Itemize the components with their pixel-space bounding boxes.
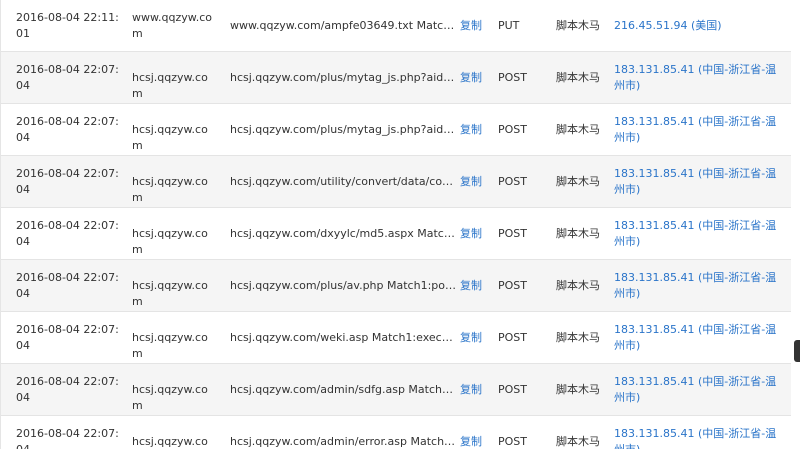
url-cell: hcsj.qqzyw.com/dxyylc/md5.aspx Match1:re… bbox=[230, 227, 457, 240]
attack-type-cell: 脚本木马 bbox=[556, 279, 600, 292]
time-cell: 2016-08-04 22:07:04 bbox=[16, 167, 119, 196]
attack-type-cell: 脚本木马 bbox=[556, 123, 600, 136]
domain-cell: hcsj.qqzyw.com bbox=[132, 123, 208, 152]
copy-link[interactable]: 复制 bbox=[460, 416, 486, 449]
time-cell: 2016-08-04 22:07:04 bbox=[16, 427, 119, 449]
url-cell: www.qqzyw.com/ampfe03649.txt Match1:... bbox=[230, 19, 457, 32]
domain-cell: hcsj.qqzyw.com bbox=[132, 227, 208, 256]
url-cell: hcsj.qqzyw.com/utility/convert/data/conf… bbox=[230, 175, 457, 188]
url-cell: hcsj.qqzyw.com/plus/av.php Match1:post M… bbox=[230, 279, 457, 292]
time-cell: 2016-08-04 22:07:04 bbox=[16, 219, 119, 248]
source-ip-link[interactable]: 216.45.51.94 (美国) bbox=[614, 0, 784, 52]
table-row: 2016-08-04 22:07:04 hcsj.qqzyw.com hcsj.… bbox=[1, 52, 791, 104]
side-scroll-handle[interactable] bbox=[794, 340, 800, 362]
time-cell: 2016-08-04 22:07:04 bbox=[16, 63, 119, 92]
method-cell: POST bbox=[498, 123, 527, 136]
table-row: 2016-08-04 22:07:04 hcsj.qqzyw.com hcsj.… bbox=[1, 364, 791, 416]
source-ip-link[interactable]: 183.131.85.41 (中国-浙江省-温州市) bbox=[614, 156, 784, 208]
method-cell: POST bbox=[498, 331, 527, 344]
domain-cell: hcsj.qqzyw.com bbox=[132, 279, 208, 308]
domain-cell: hcsj.qqzyw.com bbox=[132, 71, 208, 100]
url-cell: hcsj.qqzyw.com/admin/error.asp Match1:ex… bbox=[230, 435, 457, 448]
domain-cell: hcsj.qqzyw.com bbox=[132, 383, 208, 412]
method-cell: POST bbox=[498, 279, 527, 292]
attack-type-cell: 脚本木马 bbox=[556, 175, 600, 188]
domain-cell: hcsj.qqzyw.com bbox=[132, 175, 208, 204]
source-ip-link[interactable]: 183.131.85.41 (中国-浙江省-温州市) bbox=[614, 364, 784, 416]
copy-link[interactable]: 复制 bbox=[460, 0, 486, 52]
source-ip-link[interactable]: 183.131.85.41 (中国-浙江省-温州市) bbox=[614, 416, 784, 449]
copy-link[interactable]: 复制 bbox=[460, 156, 486, 208]
attack-type-cell: 脚本木马 bbox=[556, 331, 600, 344]
domain-cell: hcsj.qqzyw.com bbox=[132, 331, 208, 360]
attack-type-cell: 脚本木马 bbox=[556, 227, 600, 240]
method-cell: POST bbox=[498, 435, 527, 448]
copy-link[interactable]: 复制 bbox=[460, 312, 486, 364]
attack-type-cell: 脚本木马 bbox=[556, 383, 600, 396]
table-row: 2016-08-04 22:07:04 hcsj.qqzyw.com hcsj.… bbox=[1, 156, 791, 208]
table-row: 2016-08-04 22:07:04 hcsj.qqzyw.com hcsj.… bbox=[1, 416, 791, 449]
time-cell: 2016-08-04 22:07:04 bbox=[16, 323, 119, 352]
table-row: 2016-08-04 22:11:01 www.qqzyw.com www.qq… bbox=[1, 0, 791, 52]
source-ip-link[interactable]: 183.131.85.41 (中国-浙江省-温州市) bbox=[614, 52, 784, 104]
copy-link[interactable]: 复制 bbox=[460, 260, 486, 312]
time-cell: 2016-08-04 22:07:04 bbox=[16, 271, 119, 300]
time-cell: 2016-08-04 22:07:04 bbox=[16, 375, 119, 404]
attack-type-cell: 脚本木马 bbox=[556, 435, 600, 448]
time-cell: 2016-08-04 22:07:04 bbox=[16, 115, 119, 144]
attack-type-cell: 脚本木马 bbox=[556, 19, 600, 32]
url-cell: hcsj.qqzyw.com/weki.asp Match1:execute (… bbox=[230, 331, 457, 344]
source-ip-link[interactable]: 183.131.85.41 (中国-浙江省-温州市) bbox=[614, 104, 784, 156]
table-row: 2016-08-04 22:07:04 hcsj.qqzyw.com hcsj.… bbox=[1, 104, 791, 156]
domain-cell: hcsj.qqzyw.com bbox=[132, 435, 208, 448]
method-cell: POST bbox=[498, 71, 527, 84]
table-row: 2016-08-04 22:07:04 hcsj.qqzyw.com hcsj.… bbox=[1, 208, 791, 260]
url-cell: hcsj.qqzyw.com/plus/mytag_js.php?aid=909… bbox=[230, 71, 457, 84]
copy-link[interactable]: 复制 bbox=[460, 104, 486, 156]
copy-link[interactable]: 复制 bbox=[460, 364, 486, 416]
copy-link[interactable]: 复制 bbox=[460, 52, 486, 104]
source-ip-link[interactable]: 183.131.85.41 (中国-浙江省-温州市) bbox=[614, 208, 784, 260]
table-row: 2016-08-04 22:07:04 hcsj.qqzyw.com hcsj.… bbox=[1, 260, 791, 312]
method-cell: POST bbox=[498, 227, 527, 240]
source-ip-link[interactable]: 183.131.85.41 (中国-浙江省-温州市) bbox=[614, 312, 784, 364]
time-cell: 2016-08-04 22:11:01 bbox=[16, 11, 119, 40]
method-cell: POST bbox=[498, 383, 527, 396]
source-ip-link[interactable]: 183.131.85.41 (中国-浙江省-温州市) bbox=[614, 260, 784, 312]
copy-link[interactable]: 复制 bbox=[460, 208, 486, 260]
url-cell: hcsj.qqzyw.com/admin/sdfg.asp Match1:exe… bbox=[230, 383, 457, 396]
attack-type-cell: 脚本木马 bbox=[556, 71, 600, 84]
method-cell: POST bbox=[498, 175, 527, 188]
url-cell: hcsj.qqzyw.com/plus/mytag_js.php?aid=808… bbox=[230, 123, 457, 136]
domain-cell: www.qqzyw.com bbox=[132, 11, 212, 40]
attack-log-table: 2016-08-04 22:11:01 www.qqzyw.com www.qq… bbox=[0, 0, 791, 449]
table-row: 2016-08-04 22:07:04 hcsj.qqzyw.com hcsj.… bbox=[1, 312, 791, 364]
method-cell: PUT bbox=[498, 19, 520, 32]
